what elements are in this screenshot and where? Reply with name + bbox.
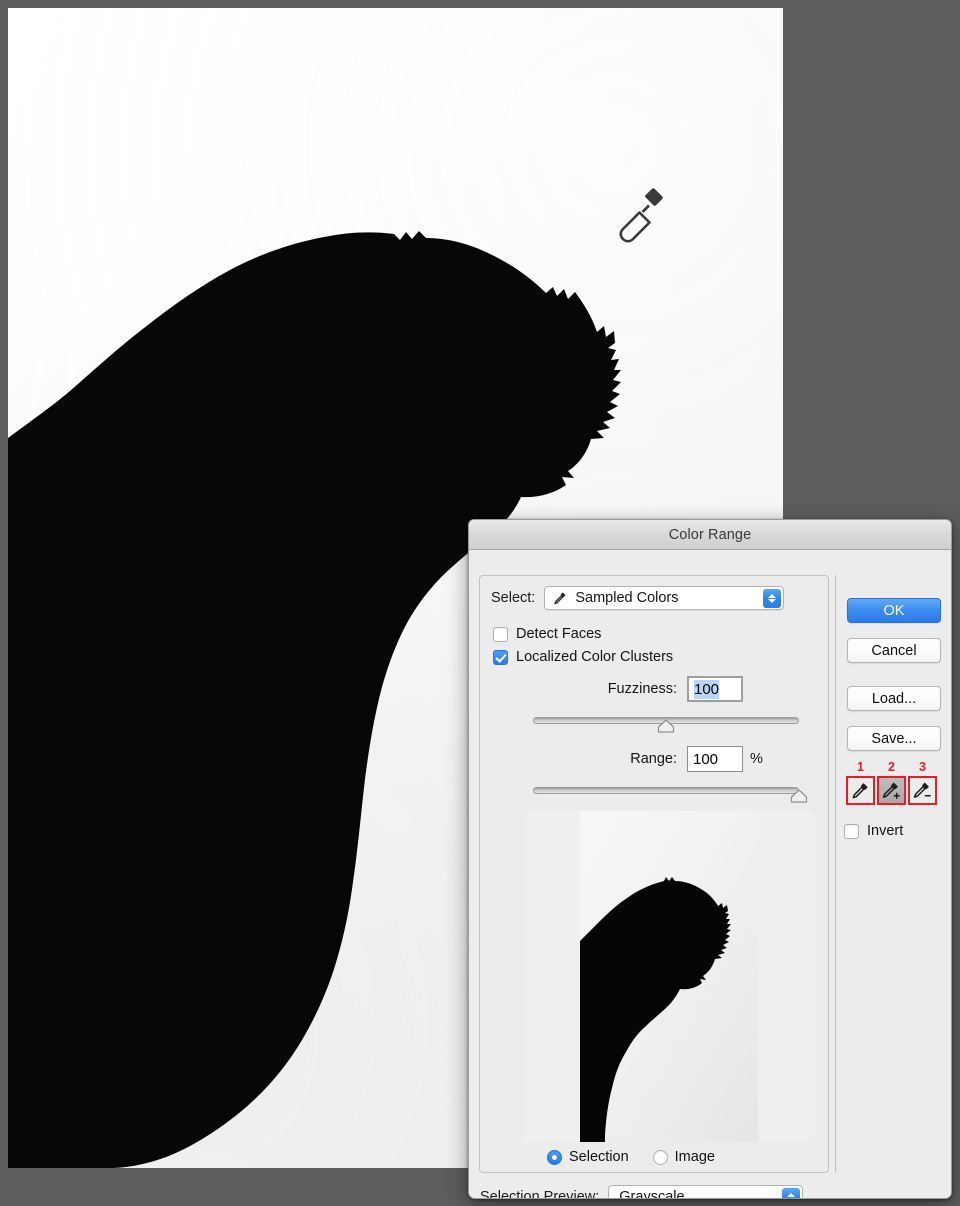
fuzziness-slider[interactable]: [533, 714, 799, 733]
selection-preview-row: Selection Preview: Grayscale: [480, 1185, 804, 1199]
radio-selection[interactable]: Selection: [547, 1149, 629, 1165]
save-button-label: Save...: [871, 730, 917, 747]
eyedropper-button-group: 1 2 3: [842, 760, 946, 807]
range-value: 100: [693, 750, 719, 768]
color-range-dialog[interactable]: Color Range Select: Sampled Colors Detec…: [468, 519, 952, 1199]
select-label: Select:: [491, 590, 536, 606]
checkbox-label-invert: Invert: [867, 823, 904, 839]
cancel-button[interactable]: Cancel: [847, 638, 941, 663]
save-button[interactable]: Save...: [847, 726, 941, 751]
dialog-title: Color Range: [668, 526, 752, 543]
screen-root: Color Range Select: Sampled Colors Detec…: [0, 0, 960, 1206]
range-slider-thumb[interactable]: [790, 789, 808, 803]
cancel-button-label: Cancel: [871, 642, 917, 659]
annotation-number-2: 2: [888, 760, 895, 774]
range-slider[interactable]: [533, 784, 808, 803]
annotation-box-1: [846, 776, 875, 805]
fuzziness-label: Fuzziness:: [607, 681, 677, 697]
load-button-label: Load...: [871, 690, 917, 707]
selection-preview-thumbnail[interactable]: [524, 811, 814, 1142]
checkbox-localized-color-clusters[interactable]: Localized Color Clusters: [493, 649, 673, 665]
range-input[interactable]: 100: [687, 746, 743, 772]
checkbox-invert[interactable]: Invert: [844, 823, 903, 839]
radio-label-selection: Selection: [569, 1149, 629, 1165]
annotation-number-1: 1: [857, 760, 864, 774]
annotation-box-2: [877, 776, 906, 805]
annotation-number-3: 3: [919, 760, 926, 774]
selection-preview-image: [580, 811, 758, 1142]
load-button[interactable]: Load...: [847, 686, 941, 711]
fuzziness-slider-thumb[interactable]: [657, 719, 675, 733]
chevron-updown-icon-2[interactable]: [782, 1188, 801, 1198]
eyedropper-icon: [554, 592, 566, 605]
checkbox-box-invert[interactable]: [844, 823, 859, 839]
radio-image[interactable]: Image: [652, 1149, 715, 1165]
dialog-body: Select: Sampled Colors Detect Faces Loca…: [469, 550, 951, 1199]
annotation-box-3: [908, 776, 937, 805]
selection-preview-label: Selection Preview:: [480, 1189, 600, 1199]
select-row: Select: Sampled Colors: [491, 586, 785, 610]
selection-preview-dropdown[interactable]: Grayscale: [608, 1185, 804, 1199]
checkbox-box-localized-color-clusters[interactable]: [493, 649, 508, 665]
fuzziness-value: 100: [694, 679, 720, 699]
dialog-titlebar[interactable]: Color Range: [469, 520, 951, 550]
group-frame-divider: [835, 575, 836, 1173]
range-label: Range:: [630, 751, 677, 767]
checkbox-box-detect-faces[interactable]: [493, 626, 508, 642]
eyedropper-cursor: [618, 185, 666, 244]
ok-button[interactable]: OK: [847, 598, 941, 623]
radio-label-image: Image: [674, 1149, 715, 1165]
range-unit: %: [750, 751, 763, 767]
fuzziness-input[interactable]: 100: [687, 676, 743, 702]
select-dropdown[interactable]: Sampled Colors: [544, 586, 785, 610]
preview-mode-radios: Selection Image: [547, 1149, 715, 1165]
fuzziness-row: Fuzziness: 100: [491, 676, 811, 702]
checkbox-label-localized-color-clusters: Localized Color Clusters: [516, 649, 674, 665]
selection-preview-value: Grayscale: [619, 1189, 685, 1199]
checkbox-detect-faces[interactable]: Detect Faces: [493, 626, 601, 642]
range-row: Range: 100 %: [491, 746, 811, 772]
checkbox-label-detect-faces: Detect Faces: [516, 626, 602, 642]
radio-dot-selection[interactable]: [547, 1149, 562, 1165]
radio-dot-image[interactable]: [652, 1149, 668, 1165]
ok-button-label: OK: [883, 602, 905, 619]
chevron-updown-icon[interactable]: [763, 589, 782, 608]
select-value: Sampled Colors: [575, 590, 679, 606]
range-slider-track[interactable]: [533, 787, 799, 794]
